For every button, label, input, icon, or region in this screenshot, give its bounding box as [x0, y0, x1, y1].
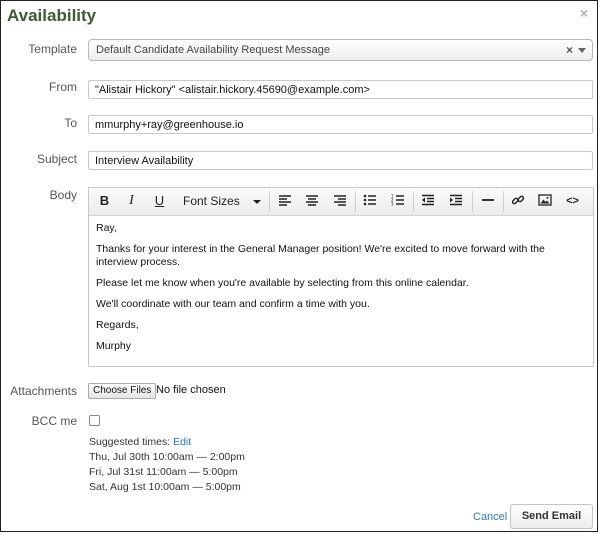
- dialog-title: Availability: [7, 6, 97, 25]
- cancel-link[interactable]: Cancel: [473, 511, 507, 523]
- to-field[interactable]: [88, 115, 593, 134]
- subject-field[interactable]: [88, 151, 593, 170]
- subject-label: Subject: [36, 152, 77, 166]
- file-status: No file chosen: [156, 384, 226, 396]
- body-label: Body: [49, 188, 77, 202]
- image-icon[interactable]: [532, 191, 557, 211]
- body-paragraph: We'll coordinate with our team and confi…: [96, 298, 370, 310]
- send-email-button[interactable]: Send Email: [510, 504, 593, 529]
- chevron-down-icon: [253, 200, 261, 204]
- to-label: To: [64, 116, 77, 130]
- suggested-time-item: Sat, Aug 1st 10:00am — 5:00pm: [89, 481, 241, 493]
- clear-icon[interactable]: ×: [566, 40, 573, 60]
- template-selected-value: Default Candidate Availability Request M…: [96, 44, 330, 56]
- toolbar-divider: [269, 191, 270, 212]
- link-icon[interactable]: [505, 191, 530, 211]
- font-sizes-label: Font Sizes: [183, 194, 240, 208]
- close-icon[interactable]: ×: [580, 5, 588, 21]
- code-view-icon[interactable]: <>: [560, 191, 585, 211]
- suggested-times-label: Suggested times:: [89, 436, 171, 448]
- toolbar-divider: [355, 191, 356, 212]
- from-label: From: [49, 80, 77, 94]
- body-paragraph: Thanks for your interest in the General …: [96, 243, 545, 268]
- underline-button[interactable]: U: [147, 191, 172, 211]
- bold-button[interactable]: B: [92, 191, 117, 211]
- body-paragraph: Ray,: [96, 222, 117, 234]
- font-sizes-dropdown[interactable]: Font Sizes: [173, 191, 265, 211]
- email-body-content[interactable]: Ray, Thanks for your interest in the Gen…: [96, 222, 584, 361]
- align-left-icon[interactable]: [272, 191, 297, 211]
- availability-dialog: Availability × Template Default Candidat…: [0, 0, 598, 532]
- editor-toolbar: B I U Font Sizes 123 <>: [89, 188, 593, 216]
- edit-link[interactable]: Edit: [173, 436, 191, 448]
- body-paragraph: Regards,: [96, 319, 139, 331]
- svg-text:3: 3: [391, 202, 394, 207]
- attachments-label: Attachments: [10, 384, 77, 398]
- toolbar-divider: [472, 191, 473, 212]
- italic-button[interactable]: I: [119, 191, 144, 211]
- numbered-list-icon[interactable]: 123: [385, 191, 410, 211]
- toolbar-divider: [413, 191, 414, 212]
- template-label: Template: [28, 42, 77, 56]
- bcc-checkbox[interactable]: [89, 415, 100, 426]
- horizontal-rule-icon[interactable]: [475, 191, 500, 211]
- choose-files-button[interactable]: Choose Files: [88, 383, 157, 399]
- template-select[interactable]: Default Candidate Availability Request M…: [88, 39, 593, 61]
- bulleted-list-icon[interactable]: [357, 191, 382, 211]
- body-paragraph: Please let me know when you're available…: [96, 277, 469, 289]
- toolbar-divider: [503, 191, 504, 212]
- from-field[interactable]: [88, 80, 593, 99]
- bcc-label: BCC me: [31, 414, 77, 428]
- suggested-time-item: Fri, Jul 31st 11:00am — 5:00pm: [89, 466, 238, 478]
- suggested-times-header: Suggested times: Edit: [89, 436, 191, 448]
- align-right-icon[interactable]: [327, 191, 352, 211]
- indent-icon[interactable]: [443, 191, 468, 211]
- body-paragraph: Murphy: [96, 340, 132, 352]
- suggested-time-item: Thu, Jul 30th 10:00am — 2:00pm: [89, 451, 245, 463]
- chevron-down-icon[interactable]: [578, 48, 586, 53]
- align-center-icon[interactable]: [299, 191, 324, 211]
- body-editor[interactable]: B I U Font Sizes 123 <> Ray, Thanks for …: [88, 187, 594, 367]
- outdent-icon[interactable]: [415, 191, 440, 211]
